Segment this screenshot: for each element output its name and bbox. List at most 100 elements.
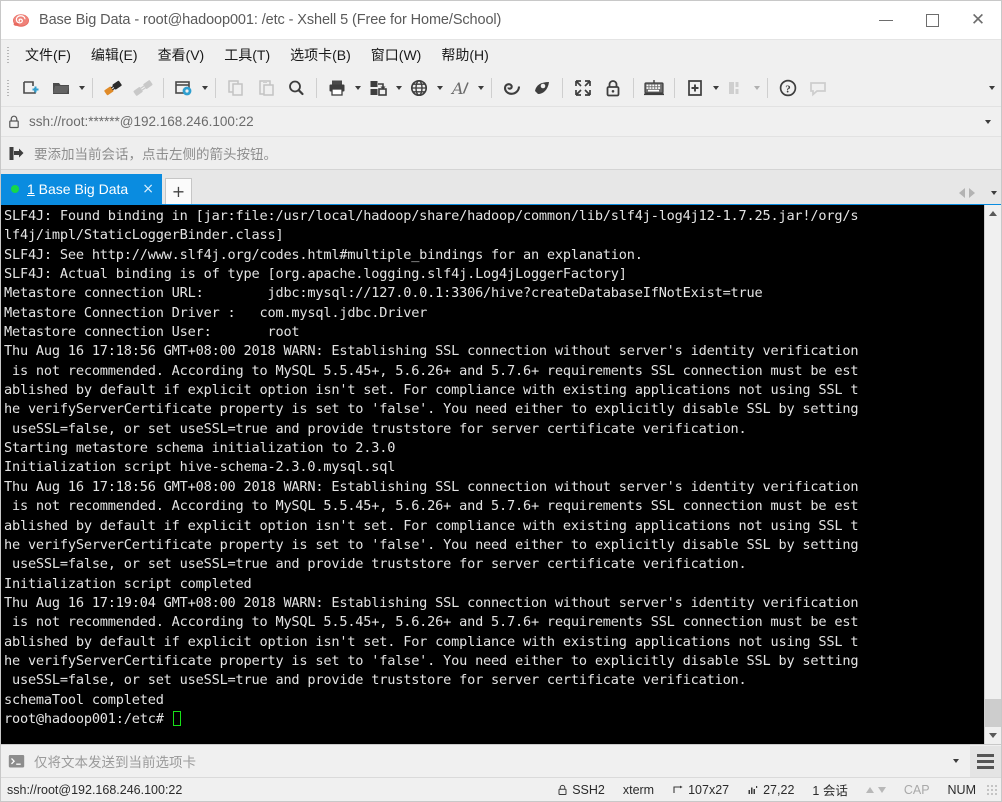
- resize-grip[interactable]: [985, 782, 999, 797]
- open-session-dropdown[interactable]: [76, 73, 87, 103]
- lock-icon: [557, 784, 568, 796]
- scroll-up-button[interactable]: [985, 205, 1001, 222]
- fullscreen-button[interactable]: [568, 73, 598, 103]
- new-session-button[interactable]: [16, 73, 46, 103]
- tab-bar-controls: [959, 188, 997, 198]
- lock-button[interactable]: [598, 73, 628, 103]
- toolbar-separator: [674, 77, 675, 98]
- send-text-input[interactable]: 仅将文本发送到当前选项卡: [34, 751, 196, 771]
- toolbar-separator: [562, 77, 563, 98]
- toolbar-grip[interactable]: [4, 78, 13, 97]
- disconnect-button[interactable]: [128, 73, 158, 103]
- tab-scroll-left-icon[interactable]: [959, 188, 965, 198]
- toolbar-separator: [92, 77, 93, 98]
- font-dropdown[interactable]: [475, 73, 486, 103]
- send-text-bar[interactable]: 仅将文本发送到当前选项卡: [1, 744, 1001, 777]
- toolbar-separator: [633, 77, 634, 98]
- tab-close-icon[interactable]: ×: [142, 182, 154, 196]
- terminal-output[interactable]: SLF4J: Found binding in [jar:file:/usr/l…: [1, 205, 984, 744]
- font-icon: A: [450, 78, 470, 98]
- close-button[interactable]: ✕: [955, 1, 1001, 39]
- terminal-scrollbar[interactable]: [984, 205, 1001, 744]
- add-tab-dropdown[interactable]: [710, 73, 721, 103]
- print-icon: [327, 78, 347, 98]
- terminal-line: he verifyServerCertificate property is s…: [4, 536, 859, 553]
- layout-dropdown[interactable]: [751, 73, 762, 103]
- print-button[interactable]: [322, 73, 352, 103]
- terminal-prompt-line: root@hadoop001:/etc#: [4, 710, 984, 729]
- terminal-line: ablished by default if explicit option i…: [4, 633, 859, 650]
- menu-bar: 文件(F) 编辑(E) 查看(V) 工具(T) 选项卡(B) 窗口(W) 帮助(…: [1, 39, 1001, 69]
- minimize-icon: [879, 19, 893, 21]
- keyboard-icon: [643, 78, 665, 98]
- svg-text:A: A: [450, 79, 464, 98]
- status-protocol: SSH2: [548, 778, 614, 801]
- file-transfer-button[interactable]: [363, 73, 393, 103]
- menu-edit[interactable]: 编辑(E): [82, 42, 147, 68]
- help-button[interactable]: ?: [773, 73, 803, 103]
- status-size-label: 107x27: [688, 782, 730, 797]
- keyboard-button[interactable]: [639, 73, 669, 103]
- tab-scroll-right-icon[interactable]: [969, 188, 975, 198]
- browse-button[interactable]: [404, 73, 434, 103]
- terminal-line: Thu Aug 16 17:18:56 GMT+08:00 2018 WARN:…: [4, 478, 859, 495]
- scrollbar-track[interactable]: [985, 222, 1001, 727]
- toolbar-overflow-button[interactable]: [989, 69, 995, 106]
- terminal-line: he verifyServerCertificate property is s…: [4, 652, 859, 669]
- terminal-line: is not recommended. According to MySQL 5…: [4, 614, 859, 631]
- menu-view[interactable]: 查看(V): [149, 42, 214, 68]
- font-button[interactable]: A: [445, 73, 475, 103]
- find-button[interactable]: [281, 73, 311, 103]
- window-title: Base Big Data - root@hadoop001: /etc - X…: [39, 12, 502, 28]
- tab-title: Base Big Data: [34, 181, 129, 197]
- feedback-button[interactable]: [803, 73, 833, 103]
- scroll-down-button[interactable]: [985, 727, 1001, 744]
- address-dropdown-button[interactable]: [985, 107, 991, 136]
- tab-bar: 1 Base Big Data × +: [1, 170, 1001, 204]
- menu-file[interactable]: 文件(F): [16, 42, 80, 68]
- status-cursor-position: 27,22: [738, 778, 803, 801]
- copy-button[interactable]: [221, 73, 251, 103]
- minimize-button[interactable]: [863, 1, 909, 39]
- terminal-line: schemaTool completed: [4, 691, 164, 708]
- paste-button[interactable]: [251, 73, 281, 103]
- layout-button[interactable]: [721, 73, 751, 103]
- list-menu-icon[interactable]: [970, 745, 1001, 777]
- browse-dropdown[interactable]: [434, 73, 445, 103]
- layout-icon: [726, 78, 746, 98]
- terminal-line: Initialization script completed: [4, 575, 252, 592]
- maximize-button[interactable]: [909, 1, 955, 39]
- session-properties-dropdown[interactable]: [199, 73, 210, 103]
- terminal-line: Metastore connection URL: jdbc:mysql://1…: [4, 285, 763, 302]
- print-dropdown[interactable]: [352, 73, 363, 103]
- find-icon: [286, 78, 306, 98]
- menu-window[interactable]: 窗口(W): [362, 42, 431, 68]
- status-sessions: 1 会话: [812, 784, 848, 798]
- session-properties-button[interactable]: [169, 73, 199, 103]
- address-input[interactable]: ssh://root:******@192.168.246.100:22: [29, 114, 254, 129]
- connect-button[interactable]: [98, 73, 128, 103]
- xftp-icon: [502, 78, 522, 98]
- xftp-button[interactable]: [497, 73, 527, 103]
- maximize-icon: [925, 13, 939, 27]
- menu-help[interactable]: 帮助(H): [432, 42, 497, 68]
- tab-base-big-data[interactable]: 1 Base Big Data ×: [1, 174, 162, 204]
- send-bar-controls: [942, 745, 1001, 777]
- menu-tools[interactable]: 工具(T): [215, 42, 279, 68]
- address-bar[interactable]: ssh://root:******@192.168.246.100:22: [1, 106, 1001, 136]
- add-tab-button[interactable]: [680, 73, 710, 103]
- toolbar-separator: [163, 77, 164, 98]
- status-protocol-label: SSH2: [572, 782, 605, 797]
- file-transfer-dropdown[interactable]: [393, 73, 404, 103]
- download-arrow-icon: [877, 786, 886, 793]
- xagent-button[interactable]: [527, 73, 557, 103]
- tab-list-icon[interactable]: [991, 191, 997, 195]
- send-history-dropdown[interactable]: [942, 745, 970, 777]
- terminal-line: he verifyServerCertificate property is s…: [4, 401, 859, 418]
- scrollbar-thumb[interactable]: [985, 699, 1001, 727]
- menubar-grip[interactable]: [4, 45, 13, 64]
- new-tab-button[interactable]: +: [164, 178, 192, 204]
- open-session-button[interactable]: [46, 73, 76, 103]
- menu-tabs[interactable]: 选项卡(B): [281, 42, 360, 68]
- terminal-line: is not recommended. According to MySQL 5…: [4, 362, 859, 379]
